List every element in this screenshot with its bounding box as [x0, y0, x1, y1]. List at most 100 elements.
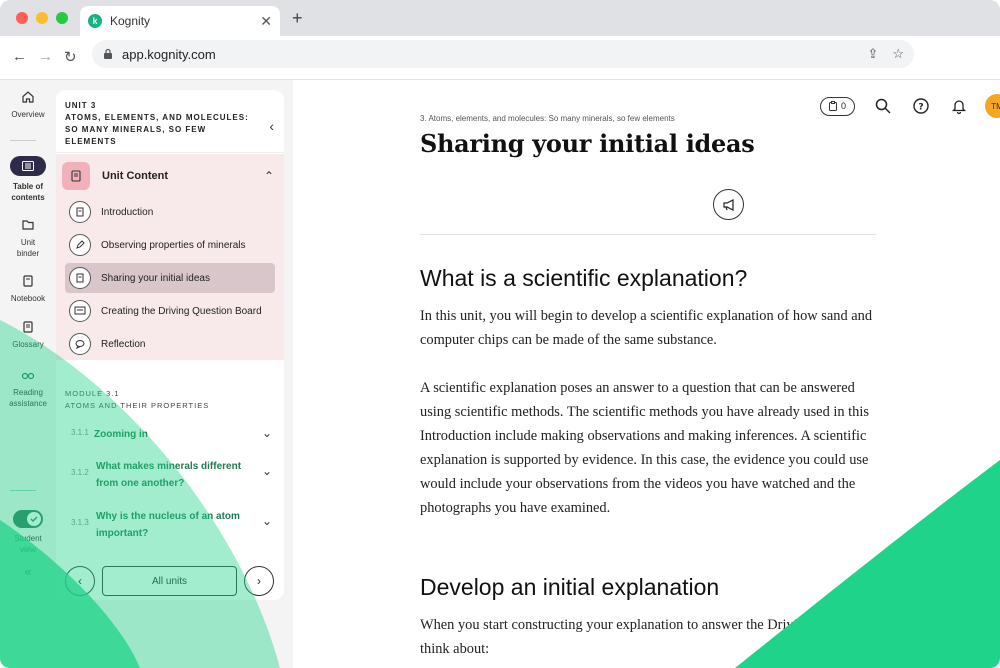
unit-title: ATOMS, ELEMENTS, AND MOLECULES: SO MANY … [65, 113, 249, 146]
chevron-right-icon: › [257, 574, 261, 588]
kognity-logo-icon: k [88, 14, 102, 28]
lock-icon [104, 48, 112, 59]
rail-item-overview[interactable]: Overview [0, 90, 56, 120]
rail-label: Overview [11, 110, 45, 119]
browser-tab[interactable]: k Kognity ✕ [80, 6, 280, 36]
bell-icon[interactable] [949, 96, 969, 116]
paragraph: When you start constructing your explana… [420, 617, 872, 657]
address-bar[interactable]: app.kognity.com ⇪ ☆ [92, 40, 914, 68]
paragraph: A scientific explanation poses an answer… [420, 380, 869, 516]
speech-bubble-icon [69, 333, 91, 355]
module-title: ATOMS AND THEIR PROPERTIES [65, 401, 210, 410]
minimize-window-button[interactable] [36, 12, 48, 24]
lesson-label: Sharing your initial ideas [101, 272, 210, 284]
table-of-contents-panel: UNIT 3 ATOMS, ELEMENTS, AND MOLECULES: S… [56, 90, 284, 600]
rail-label: Glossary [12, 340, 44, 349]
lesson-label: Observing properties of minerals [101, 239, 246, 251]
rail-label: Reading assistance [9, 388, 47, 408]
module-number: MODULE 3.1 [65, 389, 120, 398]
svg-text:?: ? [918, 103, 923, 113]
help-icon[interactable]: ? [911, 96, 931, 116]
rail-item-glossary[interactable]: Glossary [0, 320, 56, 350]
article: 3. Atoms, elements, and molecules: So ma… [420, 110, 880, 657]
rail-item-notebook[interactable]: Notebook [0, 274, 56, 304]
lesson-item-sharing-initial-ideas[interactable]: Sharing your initial ideas [65, 263, 275, 293]
back-arrow-icon[interactable]: ← [12, 48, 27, 65]
lesson-label: Creating the Driving Question Board [101, 305, 262, 317]
chevron-up-icon: ⌃ [263, 169, 274, 183]
close-tab-icon[interactable]: ✕ [260, 13, 272, 30]
page-title: Sharing your initial ideas [420, 129, 755, 158]
rail-item-reading-assistance[interactable]: Reading assistance [0, 368, 56, 409]
reload-icon[interactable]: ↻ [64, 48, 77, 66]
book-icon [69, 201, 91, 223]
subsection-label: Why is the nucleus of an atom important? [96, 511, 240, 539]
notebook-icon [23, 275, 33, 287]
rail-divider [10, 490, 36, 491]
section-heading: Develop an initial explanation [420, 574, 720, 600]
toc-header: UNIT 3 ATOMS, ELEMENTS, AND MOLECULES: S… [56, 90, 284, 154]
double-chevron-left-icon[interactable]: « [0, 565, 56, 578]
chevron-down-icon: ⌄ [261, 464, 272, 478]
toc-column: UNIT 3 ATOMS, ELEMENTS, AND MOLECULES: S… [56, 80, 293, 668]
book-icon [62, 162, 90, 190]
lesson-item-driving-question-board[interactable]: Creating the Driving Question Board [65, 296, 275, 326]
toc-divider [56, 152, 284, 153]
home-icon [22, 91, 34, 103]
window-controls [16, 12, 68, 24]
megaphone-icon [722, 198, 734, 211]
browser-window: k Kognity ✕ + ← → ↻ app.kognity.com ⇪ ☆ … [0, 0, 1000, 668]
chevron-down-icon: ⌄ [261, 514, 272, 528]
chevron-down-icon: ⌄ [261, 426, 272, 440]
subsection-label: What makes minerals different from one a… [96, 461, 242, 489]
list-icon [10, 156, 46, 176]
title-divider [420, 234, 876, 235]
browser-tab-bar: k Kognity ✕ + [0, 0, 1000, 36]
next-unit-button[interactable]: › [244, 566, 274, 596]
unit-number: UNIT 3 [65, 101, 97, 110]
subsection-item[interactable]: 3.1.2 What makes minerals different from… [56, 458, 284, 492]
chevron-left-icon: ‹ [78, 574, 82, 588]
section-heading: What is a scientific explanation? [420, 265, 748, 291]
student-view-toggle[interactable]: Student view [0, 510, 56, 555]
unit-content-label: Unit Content [102, 170, 168, 182]
glasses-icon [21, 372, 35, 380]
module-heading: MODULE 3.1 ATOMS AND THEIR PROPERTIES [65, 388, 209, 412]
student-view-label: Student view [14, 534, 42, 554]
lesson-item-reflection[interactable]: Reflection [65, 329, 275, 359]
pencil-icon [69, 234, 91, 256]
bookmark-star-icon[interactable]: ☆ [892, 46, 904, 62]
subsection-item[interactable]: 3.1.1 Zooming in ⌄ [56, 426, 284, 443]
subsection-label: Zooming in [94, 429, 148, 440]
all-units-button[interactable]: All units [102, 566, 237, 596]
paragraph: In this unit, you will begin to develop … [420, 308, 873, 348]
breadcrumb[interactable]: 3. Atoms, elements, and molecules: So ma… [420, 114, 880, 123]
forward-arrow-icon[interactable]: → [38, 48, 53, 65]
previous-unit-button[interactable]: ‹ [65, 566, 95, 596]
book-icon [23, 321, 33, 333]
new-tab-icon[interactable]: + [292, 8, 303, 29]
left-rail: Overview Table of contents Unit binder N… [0, 80, 56, 668]
unit-content-toggle[interactable]: Unit Content ⌃ [62, 162, 278, 190]
rail-item-table-of-contents[interactable]: Table of contents [0, 156, 56, 203]
rail-label: Notebook [10, 294, 46, 303]
tab-title: Kognity [110, 14, 151, 28]
read-aloud-button[interactable] [713, 189, 744, 220]
subsection-number: 3.1.2 [71, 468, 89, 477]
lesson-item-observing-properties[interactable]: Observing properties of minerals [65, 230, 275, 260]
subsection-number: 3.1.1 [71, 428, 89, 437]
folder-icon [22, 220, 34, 230]
board-icon [69, 300, 91, 322]
maximize-window-button[interactable] [56, 12, 68, 24]
avatar[interactable]: TM [985, 94, 1000, 118]
unit-content-section: Unit Content ⌃ Introduction Observing pr… [56, 154, 284, 360]
subsection-item[interactable]: 3.1.3 Why is the nucleus of an atom impo… [56, 508, 284, 542]
toggle-switch[interactable] [13, 510, 43, 528]
lesson-label: Reflection [101, 338, 146, 350]
lesson-item-introduction[interactable]: Introduction [65, 197, 275, 227]
chevron-left-icon[interactable]: ‹ [269, 118, 274, 134]
check-icon [27, 512, 41, 526]
rail-item-unit-binder[interactable]: Unit binder [0, 218, 56, 259]
share-icon[interactable]: ⇪ [867, 46, 878, 62]
close-window-button[interactable] [16, 12, 28, 24]
